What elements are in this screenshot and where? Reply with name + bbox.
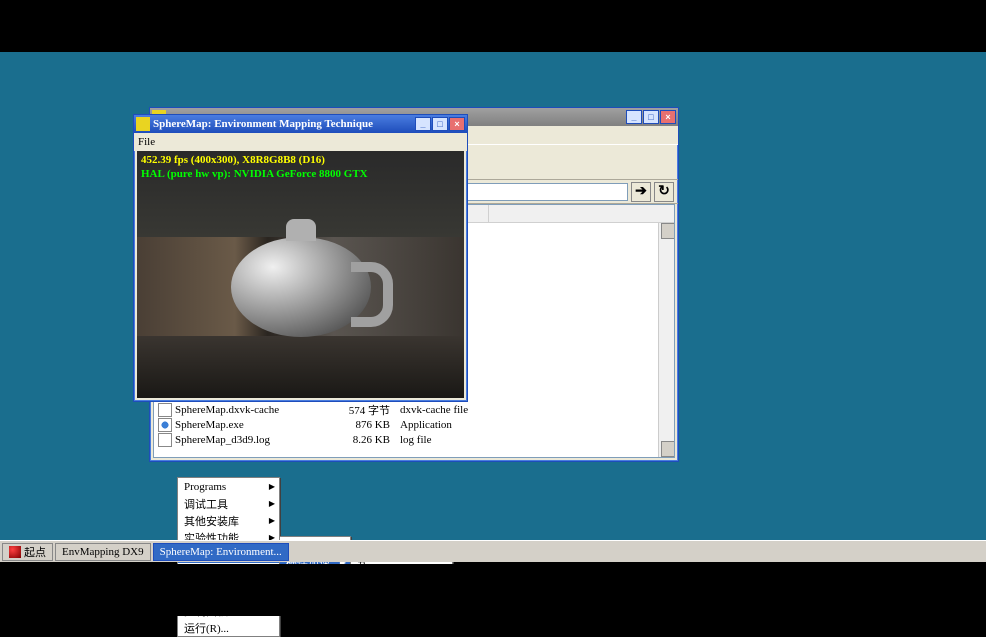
close-button[interactable]: × — [660, 110, 676, 124]
teapot-mesh — [231, 237, 371, 337]
spheremap-window[interactable]: SphereMap: Environment Mapping Technique… — [133, 114, 468, 402]
file-size: 8.26 KB — [330, 434, 400, 446]
render-viewport[interactable]: 452.39 fps (400x300), X8R8G8B8 (D16) HAL… — [137, 151, 464, 398]
file-name: SphereMap_d3d9.log — [175, 434, 330, 446]
refresh-button[interactable]: ↻ — [654, 182, 674, 202]
start-label: 起点 — [24, 544, 46, 560]
start-button[interactable]: 起点 — [2, 543, 53, 561]
close-button[interactable]: × — [449, 117, 465, 131]
minimize-button[interactable]: _ — [626, 110, 642, 124]
letterbox-top — [0, 0, 986, 52]
file-size: 574 字节 — [330, 402, 400, 418]
app-icon — [136, 117, 150, 131]
spheremap-menubar[interactable]: File — [134, 133, 467, 151]
letterbox-bottom — [0, 564, 986, 616]
menu-file[interactable]: File — [138, 136, 155, 148]
file-row[interactable]: SphereMap_d3d9.log8.26 KBlog file — [158, 432, 654, 447]
menu-item[interactable]: 运行(R)... — [178, 619, 279, 636]
menu-item[interactable]: Programs — [178, 478, 279, 495]
scene-floor — [137, 336, 464, 398]
file-row[interactable]: SphereMap.exe876 KBApplication — [158, 417, 654, 432]
spheremap-title: SphereMap: Environment Mapping Technique — [153, 118, 415, 130]
fps-line: 452.39 fps (400x300), X8R8G8B8 (D16) — [141, 153, 368, 167]
file-name: SphereMap.dxvk-cache — [175, 404, 330, 416]
maximize-button[interactable]: □ — [432, 117, 448, 131]
taskbar-button[interactable]: SphereMap: Environment... — [153, 543, 289, 561]
taskbar-button[interactable]: EnvMapping DX9 — [55, 543, 151, 561]
file-icon — [158, 418, 172, 432]
scrollbar-vertical[interactable] — [658, 223, 674, 457]
stats-overlay: 452.39 fps (400x300), X8R8G8B8 (D16) HAL… — [141, 153, 368, 181]
start-icon — [9, 546, 21, 558]
file-size: 876 KB — [330, 419, 400, 431]
gpu-line: HAL (pure hw vp): NVIDIA GeForce 8800 GT… — [141, 167, 368, 181]
file-icon — [158, 433, 172, 447]
go-button[interactable]: ➔ — [631, 182, 651, 202]
file-type: Application — [400, 419, 510, 431]
file-name: SphereMap.exe — [175, 419, 330, 431]
file-type: log file — [400, 434, 510, 446]
file-type: dxvk-cache file — [400, 404, 510, 416]
taskbar[interactable]: 起点 EnvMapping DX9SphereMap: Environment.… — [0, 540, 986, 562]
menu-item[interactable]: 其他安装库 — [178, 512, 279, 529]
desktop[interactable]: _ □ × 未 ➔ ↻ 名称 大小 类型 x fileApplicationdd… — [0, 52, 986, 562]
menu-item[interactable]: 调试工具 — [178, 495, 279, 512]
minimize-button[interactable]: _ — [415, 117, 431, 131]
file-row[interactable]: SphereMap.dxvk-cache574 字节dxvk-cache fil… — [158, 402, 654, 417]
file-icon — [158, 403, 172, 417]
maximize-button[interactable]: □ — [643, 110, 659, 124]
spheremap-titlebar[interactable]: SphereMap: Environment Mapping Technique… — [134, 115, 467, 133]
